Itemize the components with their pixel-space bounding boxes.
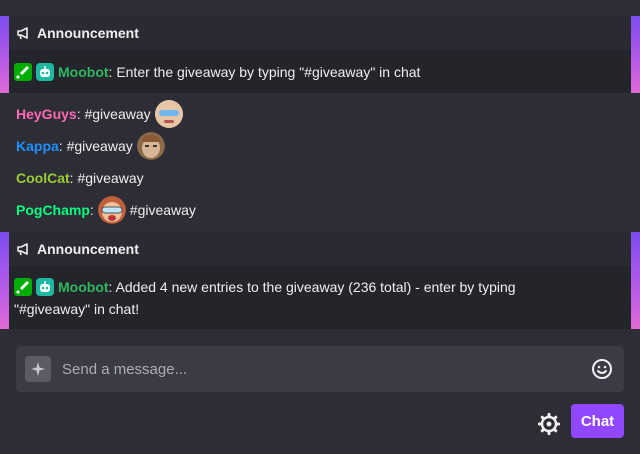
announcement-header: Announcement [0,16,640,50]
announcement-message: Moobot: Enter the giveaway by typing "#g… [0,50,640,83]
chat-input[interactable] [60,359,590,379]
separator: : [89,202,94,218]
robot-icon[interactable] [36,63,54,81]
chat-message-2: Kappa: #giveaway [16,131,169,161]
announcement-header-label: Announcement [37,25,139,41]
chat-input-container [16,346,624,392]
separator: : [108,279,113,295]
sparkle-icon[interactable] [25,356,51,382]
sword-icon[interactable] [14,63,32,81]
message-text: Enter the giveaway by typing "#giveaway"… [116,64,421,80]
smiley-icon[interactable] [590,357,614,381]
username-moobot[interactable]: Moobot [58,64,109,80]
pogchamp-emote[interactable] [97,196,126,224]
message-text-line2: "#giveaway" in chat! [14,301,140,317]
announcement-2: Announcement Moobot: Added 4 new entries… [0,232,640,329]
chat-message-1: HeyGuys: #giveaway [16,99,187,129]
message-text-line1: Added 4 new entries to the giveaway (236… [115,279,516,295]
megaphone-icon [17,243,28,256]
username-moobot[interactable]: Moobot [58,279,109,295]
announcement-1: Announcement Moobot: Enter the giveaway … [0,16,640,93]
message-text: #giveaway [77,170,144,186]
announcement-header-label: Announcement [37,241,139,257]
message-text: #giveaway [66,138,133,154]
username-pogchamp[interactable]: PogChamp [16,202,90,218]
chat-message-3: CoolCat: #giveaway [16,163,144,193]
separator: : [69,170,74,186]
username-heyguys[interactable]: HeyGuys [16,106,77,122]
username-coolcat[interactable]: CoolCat [16,170,70,186]
username-kappa[interactable]: Kappa [16,138,59,154]
kappa-emote[interactable] [136,132,165,160]
announcement-message: Moobot: Added 4 new entries to the givea… [0,266,640,320]
separator: : [108,64,113,80]
megaphone-icon [17,27,28,40]
message-text: #giveaway [84,106,151,122]
chat-message-4: PogChamp: #giveaway [16,195,196,225]
separator: : [58,138,63,154]
separator: : [76,106,81,122]
message-text: #giveaway [129,202,196,218]
heyguys-emote[interactable] [154,100,183,128]
gear-icon[interactable] [537,412,561,436]
chat-send-button[interactable]: Chat [571,404,624,438]
sword-icon[interactable] [14,278,32,296]
robot-icon[interactable] [36,278,54,296]
announcement-header: Announcement [0,232,640,266]
